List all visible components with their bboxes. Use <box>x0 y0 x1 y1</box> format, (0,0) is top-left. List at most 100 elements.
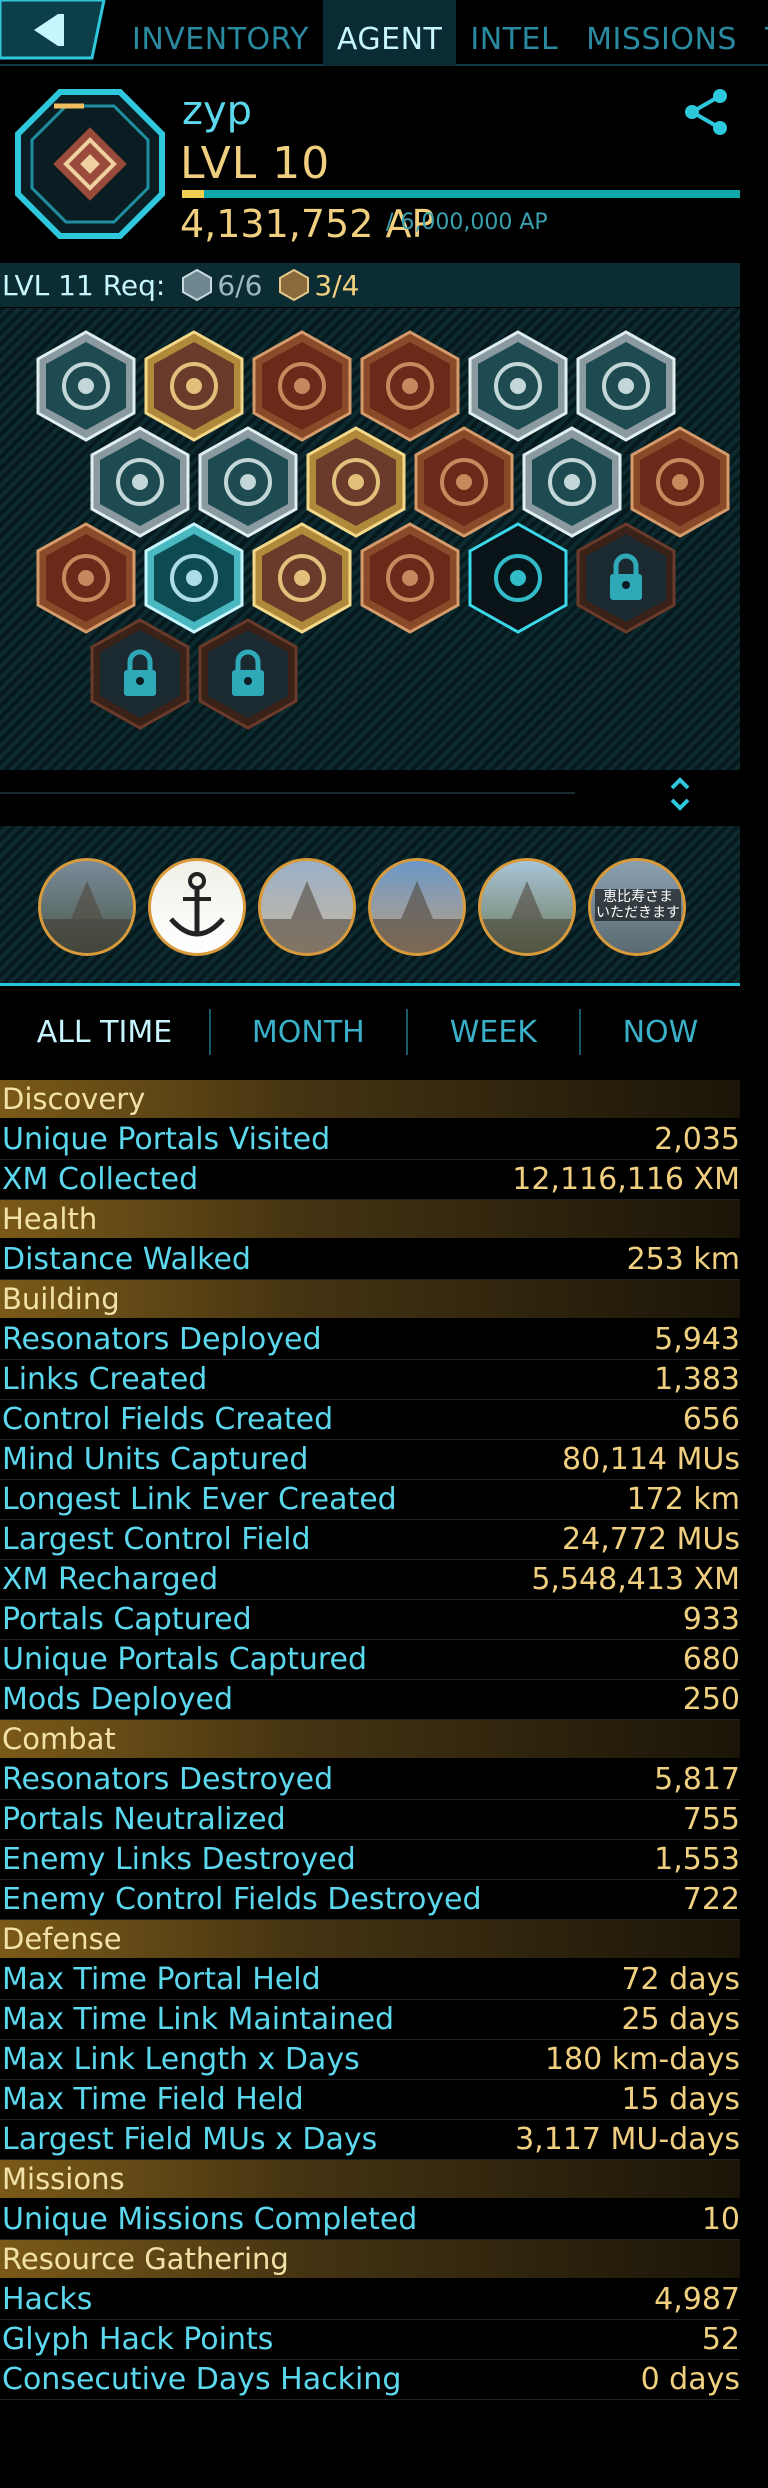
tab-intel[interactable]: INTEL <box>456 0 572 66</box>
portal-photo <box>261 881 353 953</box>
expand-chevron-icon[interactable] <box>666 772 694 816</box>
section-header: Missions <box>0 2160 740 2198</box>
stat-row: Longest Link Ever Created 172 km <box>0 1480 740 1520</box>
portal-photo <box>371 881 463 953</box>
stat-value: 4,987 <box>654 2282 740 2317</box>
portal-strip: 恵比寿さま いただきます <box>0 826 740 986</box>
stat-label: Max Time Field Held <box>2 2082 304 2117</box>
stat-value: 1,553 <box>654 1842 740 1877</box>
stat-row: Mods Deployed 250 <box>0 1680 740 1720</box>
bronze-hex-icon <box>278 268 310 302</box>
period-tab-month[interactable]: MONTH <box>211 1015 406 1050</box>
stat-row: Enemy Control Fields Destroyed 722 <box>0 1880 740 1920</box>
portal-ebisu[interactable]: 恵比寿さま いただきます <box>588 858 686 956</box>
portal-building[interactable] <box>258 858 356 956</box>
stat-row: Distance Walked 253 km <box>0 1240 740 1280</box>
section-header: Combat <box>0 1720 740 1758</box>
stat-value: 80,114 MUs <box>562 1442 740 1477</box>
silver-hex-icon <box>181 268 213 302</box>
stat-row: Resonators Destroyed 5,817 <box>0 1760 740 1800</box>
badge-vitruvian-icon[interactable] <box>466 522 570 634</box>
stat-label: Distance Walked <box>2 1242 251 1277</box>
top-nav: INVENTORYAGENTINTELMISSIONSTR <box>0 0 768 66</box>
stat-row: Portals Neutralized 755 <box>0 1800 740 1840</box>
agent-avatar[interactable] <box>14 88 166 240</box>
badge-locked-1-icon[interactable] <box>574 522 678 634</box>
stat-row: Resonators Deployed 5,943 <box>0 1320 740 1360</box>
stats-list: Discovery Unique Portals Visited 2,035 XM C… <box>0 1080 740 2400</box>
stat-label: Portals Neutralized <box>2 1802 286 1837</box>
stat-value: 72 days <box>621 1962 740 1997</box>
badge-locked-3-icon[interactable] <box>196 618 300 730</box>
silver-need: /6 <box>235 268 263 302</box>
stat-label: Mind Units Captured <box>2 1442 309 1477</box>
stat-row: Max Time Link Maintained 25 days <box>0 2000 740 2040</box>
badge-locked-2-icon[interactable] <box>88 618 192 730</box>
stat-label: Resonators Deployed <box>2 1322 322 1357</box>
stat-label: Max Link Length x Days <box>2 2042 360 2077</box>
stat-row: Portals Captured 933 <box>0 1600 740 1640</box>
portal-church-stone[interactable] <box>38 858 136 956</box>
portal-anchor[interactable] <box>148 858 246 956</box>
stat-label: Mods Deployed <box>2 1682 233 1717</box>
stat-value: 933 <box>682 1602 740 1637</box>
back-button[interactable] <box>0 0 108 62</box>
stat-row: Max Time Field Held 15 days <box>0 2080 740 2120</box>
stat-row: Largest Field MUs x Days 3,117 MU-days <box>0 2120 740 2160</box>
section-header: Defense <box>0 1920 740 1958</box>
stat-label: Longest Link Ever Created <box>2 1482 397 1517</box>
bronze-have: 3 <box>314 268 333 302</box>
stat-row: Enemy Links Destroyed 1,553 <box>0 1840 740 1880</box>
tab-tr[interactable]: TR <box>751 0 768 66</box>
tab-inventory[interactable]: INVENTORY <box>118 0 323 66</box>
stat-value: 172 km <box>626 1482 740 1517</box>
section-header: Building <box>0 1280 740 1318</box>
period-tab-all-time[interactable]: ALL TIME <box>0 1015 209 1050</box>
tab-missions[interactable]: MISSIONS <box>572 0 751 66</box>
tab-agent[interactable]: AGENT <box>322 0 457 66</box>
portal-caption: 恵比寿さま いただきます <box>595 889 681 921</box>
share-icon[interactable] <box>680 86 732 138</box>
stat-value: 250 <box>682 1682 740 1717</box>
portal-photo <box>481 881 573 953</box>
stat-value: 52 <box>701 2322 740 2357</box>
stat-row: XM Recharged 5,548,413 XM <box>0 1560 740 1600</box>
stat-label: Enemy Control Fields Destroyed <box>2 1882 482 1917</box>
portal-tower[interactable] <box>478 858 576 956</box>
section-header: Health <box>0 1200 740 1238</box>
stat-label: Unique Portals Visited <box>2 1122 331 1157</box>
stat-label: Unique Portals Captured <box>2 1642 368 1677</box>
stat-value: 253 km <box>626 1242 740 1277</box>
stat-value: 5,548,413 XM <box>531 1562 740 1597</box>
stat-row: Mind Units Captured 80,114 MUs <box>0 1440 740 1480</box>
stat-label: Unique Missions Completed <box>2 2202 418 2237</box>
section-header: Resource Gathering <box>0 2240 740 2278</box>
stat-value: 0 days <box>640 2362 740 2397</box>
back-arrow-icon <box>0 0 106 60</box>
stat-label: Hacks <box>2 2282 93 2317</box>
stat-value: 680 <box>682 1642 740 1677</box>
stat-label: Enemy Links Destroyed <box>2 1842 356 1877</box>
portal-photo <box>41 881 133 953</box>
stat-label: Control Fields Created <box>2 1402 334 1437</box>
stat-label: Resonators Destroyed <box>2 1762 334 1797</box>
period-tab-week[interactable]: WEEK <box>408 1015 579 1050</box>
stat-row: Max Time Portal Held 72 days <box>0 1960 740 2000</box>
stat-value: 755 <box>682 1802 740 1837</box>
stat-value: 3,117 MU-days <box>515 2122 740 2157</box>
stat-label: XM Recharged <box>2 1562 219 1597</box>
period-tabs: ALL TIME MONTH WEEK NOW <box>0 1000 740 1064</box>
silver-have: 6 <box>217 268 236 302</box>
portal-church-spire[interactable] <box>368 858 466 956</box>
stat-row: Largest Control Field 24,772 MUs <box>0 1520 740 1560</box>
stat-row: Unique Missions Completed 10 <box>0 2200 740 2240</box>
stat-row: Glyph Hack Points 52 <box>0 2320 740 2360</box>
stat-value: 180 km-days <box>544 2042 740 2077</box>
badge-hands-circle-icon[interactable] <box>358 522 462 634</box>
stat-label: Portals Captured <box>2 1602 252 1637</box>
period-tab-now[interactable]: NOW <box>581 1015 740 1050</box>
stat-label: Max Time Link Maintained <box>2 2002 395 2037</box>
section-header: Discovery <box>0 1080 740 1118</box>
badge-grid <box>0 308 740 770</box>
agent-name: zyp <box>182 88 253 134</box>
